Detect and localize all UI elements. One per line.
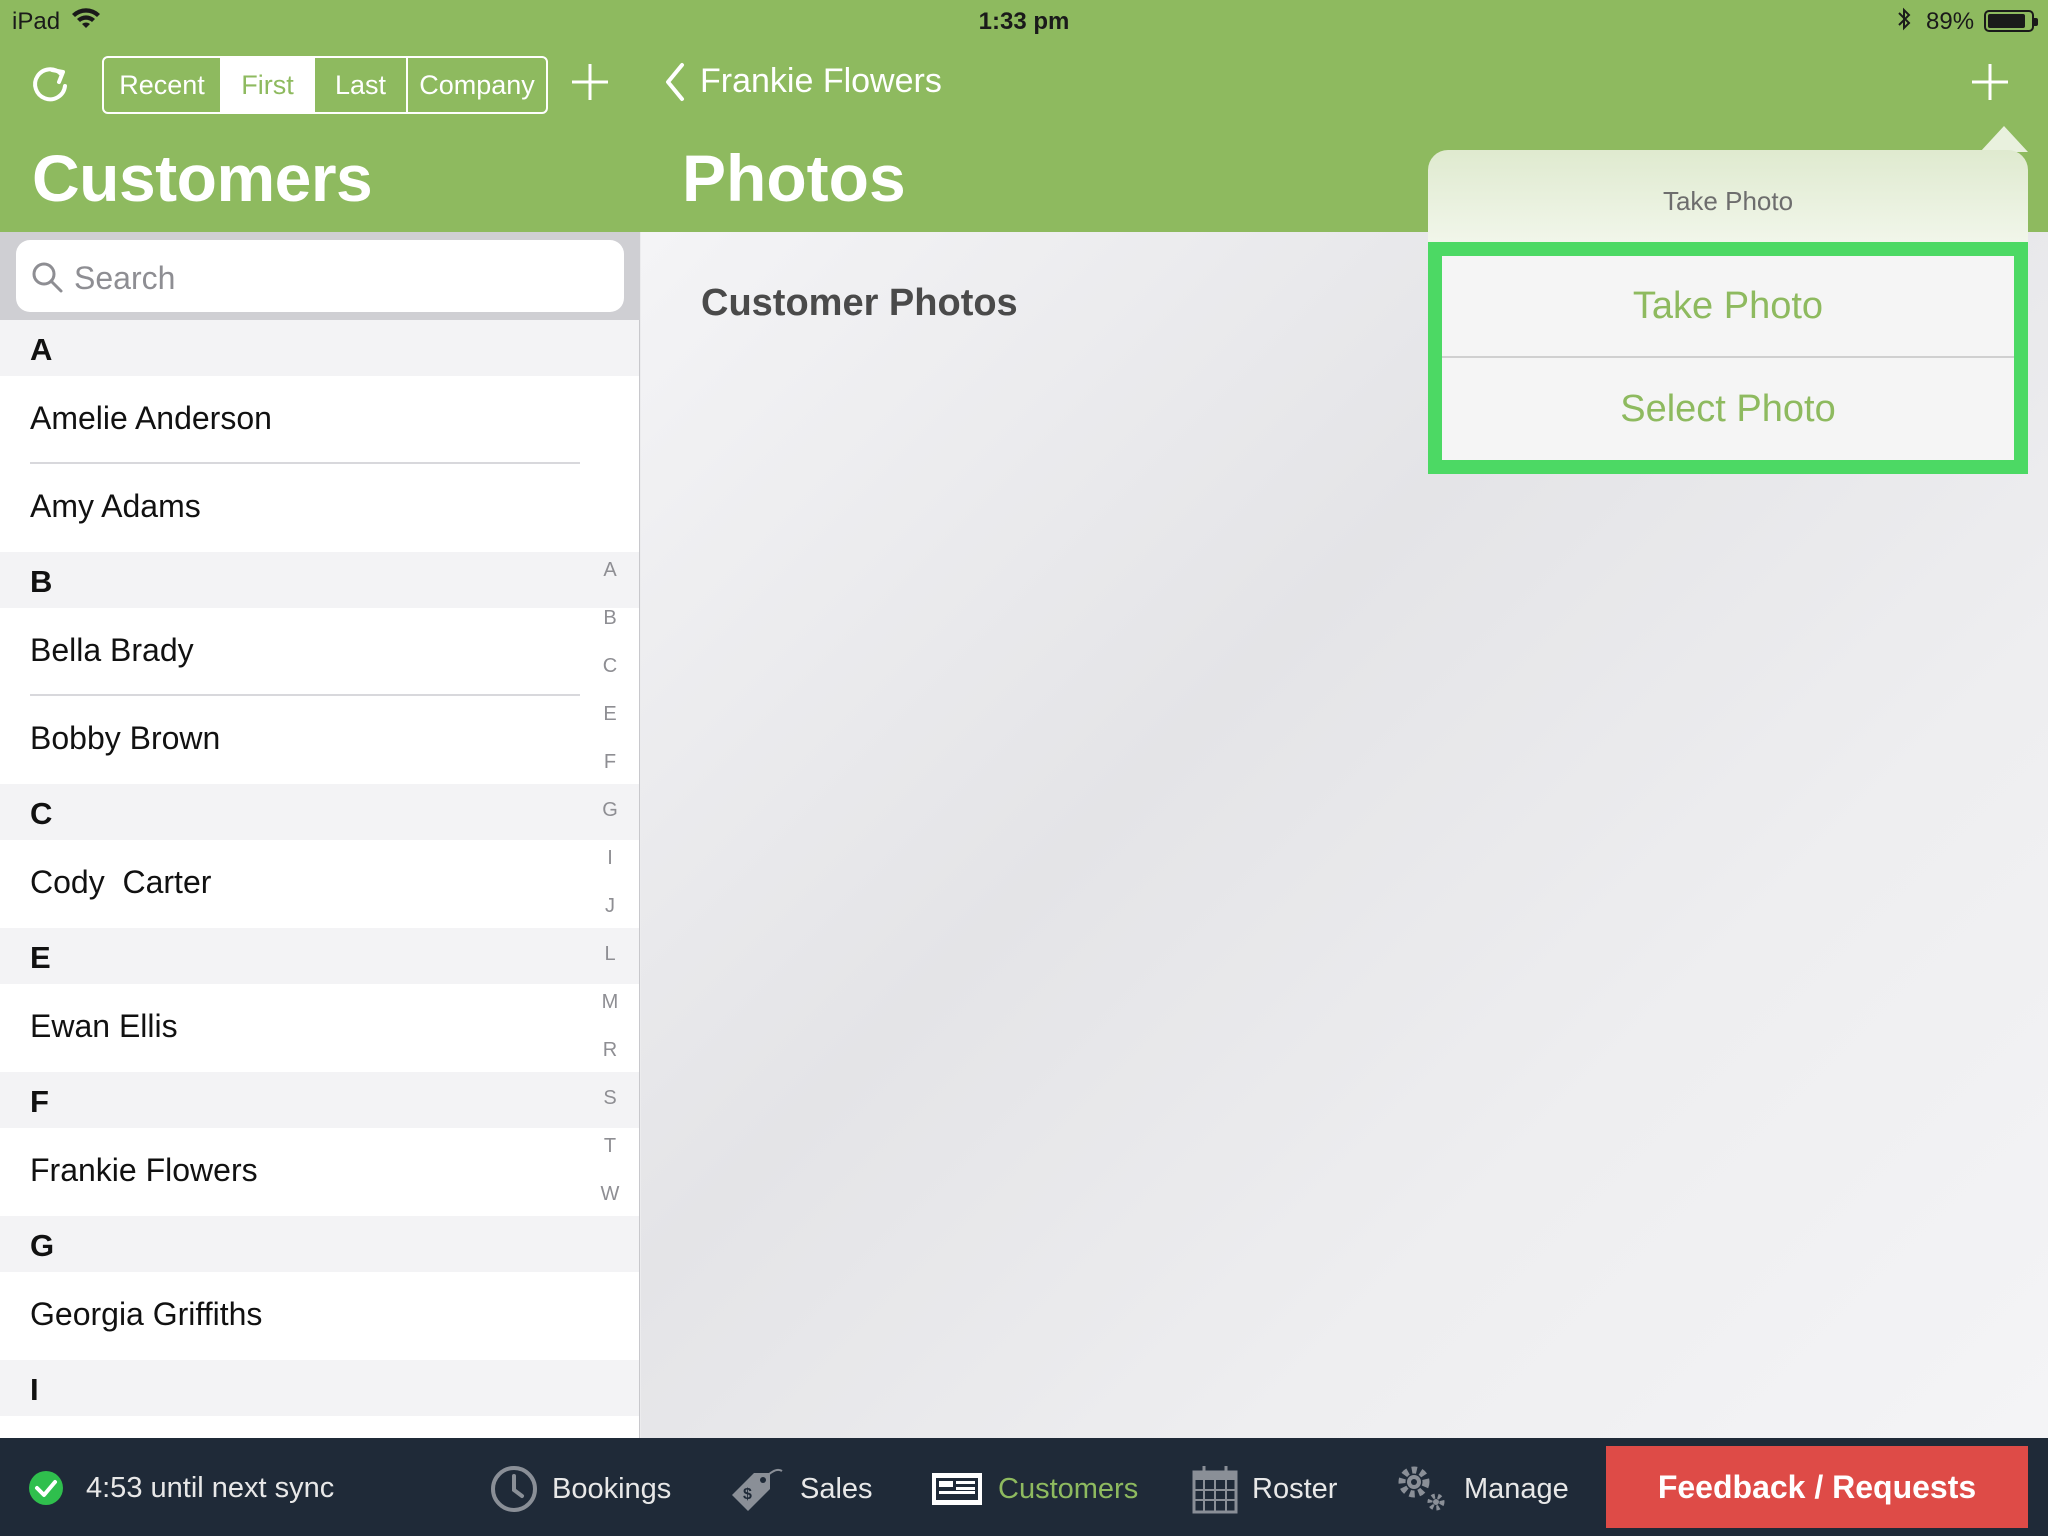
section-letter: E [30, 940, 51, 975]
segment-recent[interactable]: Recent [104, 58, 222, 112]
index-letter[interactable]: L [594, 938, 626, 986]
calendar-icon [1192, 1466, 1238, 1514]
back-chevron-icon[interactable] [664, 62, 686, 102]
tab-sales[interactable]: $ Sales [728, 1464, 873, 1514]
section-header-f: F [0, 1072, 639, 1128]
popover-title: Take Photo [1662, 186, 1794, 216]
index-letter[interactable]: M [594, 986, 626, 1034]
checkmark-circle-icon [29, 1471, 63, 1505]
customer-name: Ewan Ellis [30, 1008, 178, 1044]
tab-label: Bookings [552, 1472, 672, 1505]
section-header-e: E [0, 928, 639, 984]
index-letter[interactable]: I [594, 842, 626, 890]
sort-segmented-control: Recent First Last Company [102, 56, 548, 114]
feedback-requests-button[interactable]: Feedback / Requests [1606, 1446, 2028, 1528]
tab-bookings[interactable]: Bookings [490, 1464, 671, 1514]
sync-status: 4:53 until next sync [86, 1472, 335, 1504]
list-item[interactable]: Bobby Brown [0, 696, 639, 784]
index-letter[interactable]: T [594, 1130, 626, 1178]
select-photo-button[interactable]: Select Photo [1442, 358, 2014, 460]
bluetooth-icon [1898, 7, 1911, 31]
section-header-b: B [0, 552, 639, 608]
section-letter: I [30, 1372, 39, 1407]
section-header-c: C [0, 784, 639, 840]
list-item[interactable]: Georgia Griffiths [0, 1272, 639, 1360]
tab-label: Customers [998, 1472, 1139, 1505]
battery-percentage: 89% [1926, 8, 1975, 35]
section-letter: A [30, 332, 53, 367]
index-letter[interactable]: C [594, 650, 626, 698]
section-letter: G [30, 1228, 55, 1263]
list-item[interactable]: Frankie Flowers [0, 1128, 639, 1216]
search-bar: Search [0, 232, 640, 320]
add-customer-icon[interactable] [570, 62, 610, 102]
index-letter[interactable]: J [594, 890, 626, 938]
battery-icon [1984, 10, 2038, 32]
tab-customers[interactable]: Customers [930, 1464, 1138, 1514]
customers-header: Recent First Last Company Customers [0, 40, 640, 232]
popover-header: Take Photo [1428, 150, 2028, 242]
status-time: 1:33 pm [978, 8, 1070, 35]
list-item[interactable]: Amelie Anderson [0, 376, 639, 464]
list-item[interactable]: Bella Brady [0, 608, 639, 696]
index-letter[interactable]: A [594, 554, 626, 602]
tab-roster[interactable]: Roster [1192, 1464, 1337, 1514]
customer-name: Bobby Brown [30, 720, 221, 756]
customer-name: Amy Adams [30, 488, 201, 524]
gears-icon [1398, 1466, 1445, 1511]
svg-text:$: $ [743, 1486, 752, 1503]
add-photo-icon[interactable] [1970, 62, 2010, 102]
tab-label: Roster [1252, 1472, 1338, 1505]
take-photo-popover: Take Photo Take Photo Select Photo [1428, 126, 2028, 474]
section-letter: B [30, 564, 53, 599]
index-letter[interactable]: G [594, 794, 626, 842]
index-letter[interactable]: R [594, 1034, 626, 1082]
customer-photos-heading: Customer Photos [701, 282, 1018, 324]
customer-name: Frankie Flowers [30, 1152, 258, 1188]
clock-icon [491, 1466, 537, 1512]
section-letter: F [30, 1084, 49, 1119]
index-letter[interactable]: E [594, 698, 626, 746]
index-letter[interactable]: W [594, 1178, 626, 1226]
bottom-tab-bar: 4:53 until next sync Bookings $ Sales Cu… [0, 1438, 2048, 1536]
section-letter: C [30, 796, 53, 831]
popover-options: Take Photo Select Photo [1428, 242, 2028, 474]
customers-icon [932, 1473, 982, 1505]
price-tag-icon: $ [732, 1468, 783, 1511]
take-photo-button[interactable]: Take Photo [1442, 256, 2014, 358]
customer-name: Bella Brady [30, 632, 194, 668]
list-item[interactable]: Amy Adams [0, 464, 639, 552]
alphabet-index[interactable]: A B C E F G I J L M R S T W [594, 554, 626, 1226]
battery-nub [2034, 18, 2038, 26]
section-header-a: A [0, 320, 639, 376]
battery-fill [1988, 14, 2026, 28]
customer-name: Georgia Griffiths [30, 1296, 263, 1332]
list-item[interactable]: Ewan Ellis [0, 984, 639, 1072]
tab-label: Sales [800, 1472, 873, 1505]
photos-title: Photos [682, 141, 906, 215]
customer-list: A Amelie Anderson Amy Adams B Bella Brad… [0, 320, 640, 1438]
tab-manage[interactable]: Manage [1392, 1464, 1569, 1514]
customer-name: Cody Carter [30, 864, 212, 900]
segment-first[interactable]: First [222, 58, 315, 112]
popover-arrow [1980, 126, 2028, 152]
tab-label: Manage [1464, 1472, 1569, 1505]
status-bar: iPad 1:33 pm 89% [0, 0, 2048, 40]
refresh-icon[interactable] [26, 60, 74, 108]
index-letter[interactable]: B [594, 602, 626, 650]
section-header-g: G [0, 1216, 639, 1272]
segment-company[interactable]: Company [408, 58, 546, 112]
customer-name: Amelie Anderson [30, 400, 272, 436]
segment-last[interactable]: Last [315, 58, 408, 112]
back-button[interactable]: Frankie Flowers [700, 62, 942, 101]
list-item[interactable]: Cody Carter [0, 840, 639, 928]
index-letter[interactable]: S [594, 1082, 626, 1130]
search-icon [32, 262, 63, 293]
customers-title: Customers [32, 141, 373, 215]
search-placeholder: Search [74, 260, 176, 296]
section-header-i: I [0, 1360, 639, 1416]
index-letter[interactable]: F [594, 746, 626, 794]
search-input[interactable]: Search [16, 240, 624, 312]
